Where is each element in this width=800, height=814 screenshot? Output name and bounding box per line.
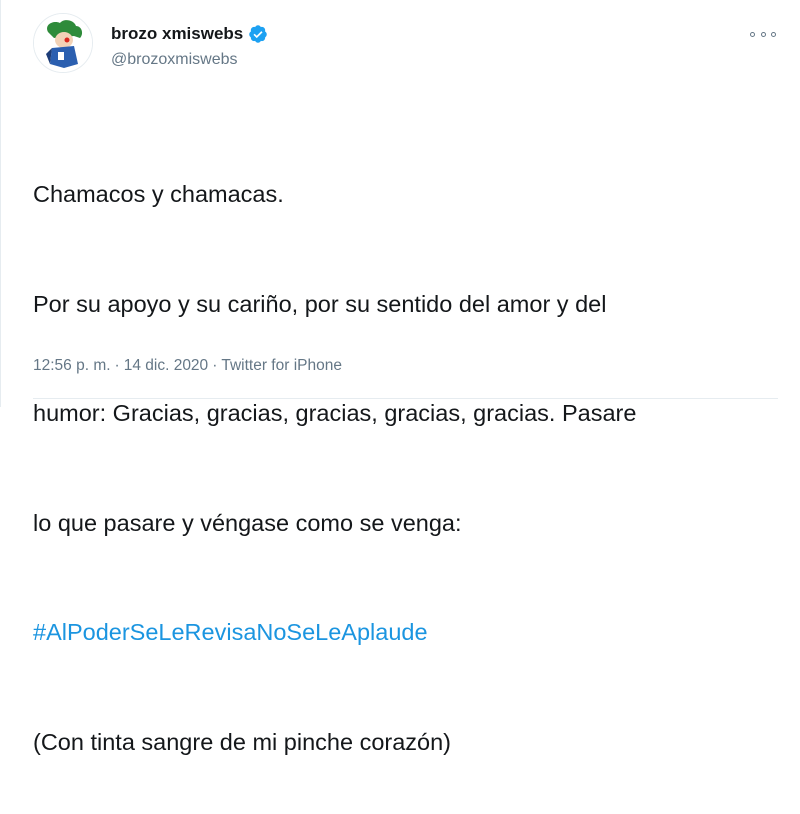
dot	[771, 31, 776, 37]
tweet-source[interactable]: Twitter for iPhone	[221, 357, 342, 374]
user-handle[interactable]: @brozoxmiswebs	[111, 51, 238, 69]
meta-separator: ·	[114, 357, 120, 374]
tweet-line: Por su apoyo y su cariño, por su sentido…	[33, 290, 607, 317]
tweet-card: brozo xmiswebs @brozoxmiswebs Chamacos y…	[0, 0, 800, 755]
meta-separator: ·	[212, 357, 218, 374]
hashtag-link[interactable]: #AlPoderSeLeRevisaNoSeLeAplaude	[33, 614, 778, 651]
tweet-line: (Con tinta sangre de mi pinche corazón)	[33, 728, 451, 755]
dot	[750, 31, 755, 37]
divider	[33, 398, 778, 399]
tweet-line: humor: Gracias, gracias, gracias, gracia…	[33, 400, 637, 426]
avatar[interactable]	[33, 13, 93, 73]
tweet-line: Chamacos y chamacas.	[33, 181, 284, 207]
tweet-time[interactable]: 12:56 p. m.	[33, 357, 111, 374]
name-row: brozo xmiswebs	[111, 24, 268, 44]
tweet-meta: 12:56 p. m. · 14 dic. 2020 · Twitter for iPh…	[33, 357, 342, 375]
display-name[interactable]: brozo xmiswebs	[111, 24, 243, 44]
tweet-line: lo que pasare y véngase como se venga:	[33, 509, 462, 536]
verified-badge-icon	[248, 24, 268, 44]
tweet-date[interactable]: 14 dic. 2020	[124, 357, 208, 374]
avatar-image	[34, 14, 92, 72]
more-options-icon[interactable]	[750, 24, 776, 44]
dot	[760, 31, 766, 37]
tweet-text: Chamacos y chamacas. Por su apoyo y su c…	[33, 103, 778, 814]
